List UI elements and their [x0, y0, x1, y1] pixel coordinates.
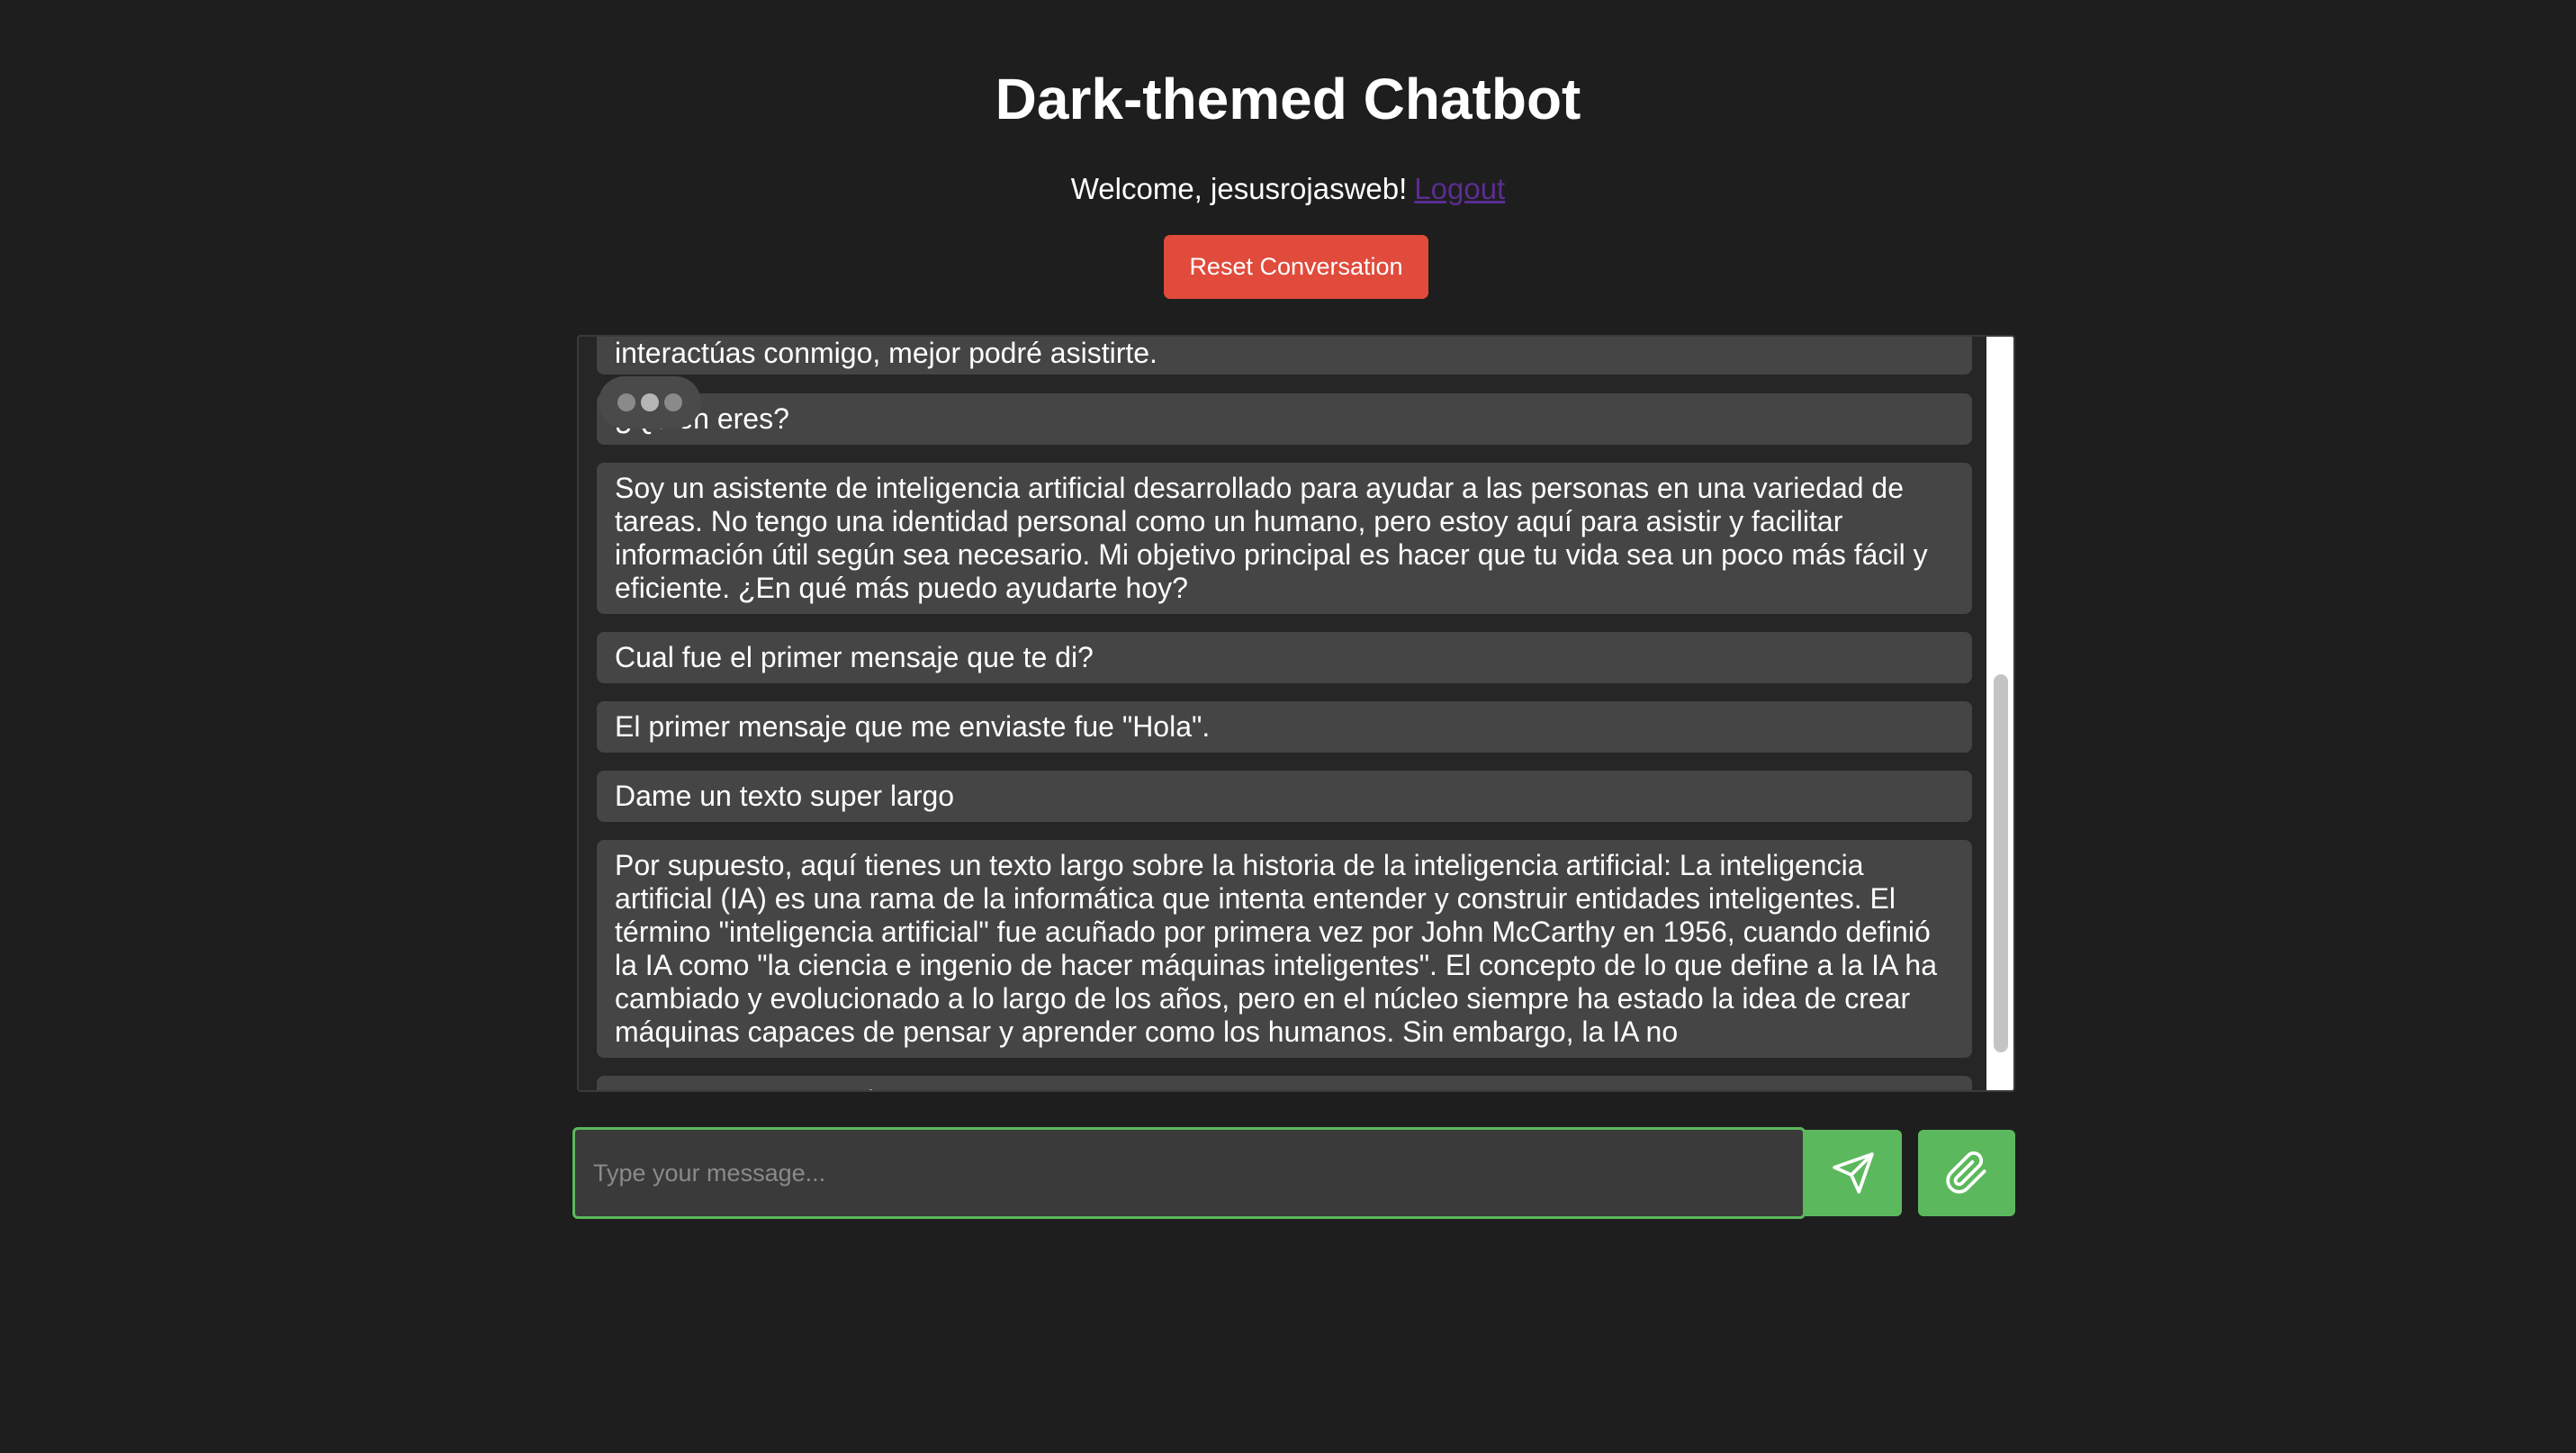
chat-scrollbar[interactable]: [1986, 337, 2013, 1090]
message-bot: Soy un asistente de inteligencia artific…: [597, 463, 1972, 614]
typing-dot: [617, 393, 635, 411]
paperclip-icon: [1946, 1151, 1986, 1194]
welcome-text: Welcome, jesusrojasweb!: [1070, 172, 1408, 205]
message-user: Dame un texto super largo: [597, 771, 1972, 822]
message-bot: Por supuesto, aquí tienes un texto largo…: [597, 840, 1972, 1058]
message-user: Cual fue el primer mensaje que te di?: [597, 632, 1972, 683]
typing-indicator-icon: [599, 376, 701, 429]
message-user: Otro texto aun mas largo: [597, 1076, 1972, 1090]
message-bot: El primer mensaje que me enviaste fue "H…: [597, 701, 1972, 753]
message-user: ¿Quién eres?: [597, 393, 1972, 445]
page-title: Dark-themed Chatbot: [995, 67, 1581, 131]
send-button[interactable]: [1805, 1130, 1902, 1216]
reset-conversation-button[interactable]: Reset Conversation: [1164, 235, 1428, 299]
chatbot-page: Dark-themed Chatbot Welcome, jesusrojasw…: [0, 0, 2576, 1453]
typing-dot: [641, 393, 659, 411]
logout-link[interactable]: Logout: [1414, 172, 1505, 205]
message-input-wrapper: [572, 1127, 1806, 1219]
message-input[interactable]: [575, 1130, 1803, 1216]
attach-button[interactable]: [1918, 1130, 2015, 1216]
send-icon: [1833, 1152, 1874, 1194]
typing-dot: [664, 393, 682, 411]
chat-window[interactable]: interactúas conmigo, mejor podré asistir…: [577, 335, 2015, 1092]
welcome-line: Welcome, jesusrojasweb! Logout: [0, 169, 2576, 209]
message-bot: interactúas conmigo, mejor podré asistir…: [597, 337, 1972, 375]
scrollbar-thumb[interactable]: [1994, 674, 2008, 1052]
